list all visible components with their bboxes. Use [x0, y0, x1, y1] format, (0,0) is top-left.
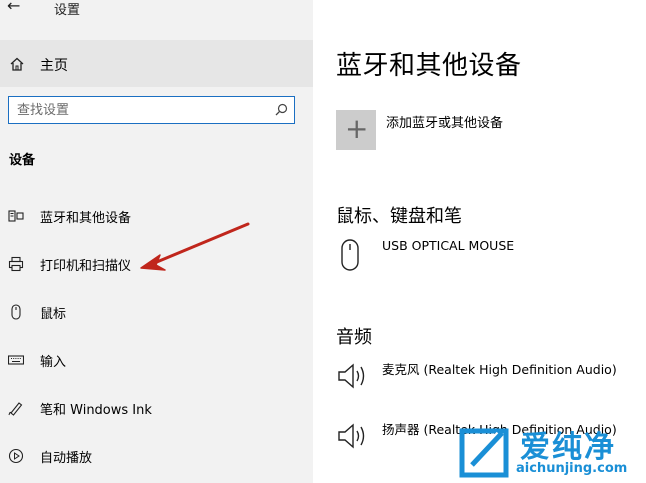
back-button[interactable]: ← — [7, 0, 20, 15]
watermark: 爱纯净 aichunjing.com — [448, 420, 646, 483]
home-label: 主页 — [40, 58, 68, 74]
search-box[interactable] — [8, 96, 295, 124]
sidebar-item-label: 自动播放 — [40, 451, 93, 466]
bluetooth-devices-icon — [8, 210, 24, 222]
search-icon[interactable] — [275, 103, 288, 116]
sidebar-item-label: 鼠标 — [40, 307, 67, 322]
sidebar-item-label: 蓝牙和其他设备 — [40, 211, 132, 226]
app-title: 设置 — [54, 3, 81, 18]
sidebar-item-typing[interactable]: 输入 — [0, 340, 313, 380]
device-microphone[interactable]: 麦克风 (Realtek High Definition Audio) — [336, 359, 646, 399]
audio-section-heading: 音频 — [336, 327, 372, 348]
sidebar-item-label: 笔和 Windows Ink — [40, 403, 152, 418]
mouse-section-heading: 鼠标、键盘和笔 — [336, 206, 462, 227]
title-bar: ← 设置 — [0, 0, 313, 22]
search-input[interactable] — [15, 99, 269, 121]
plus-icon: + — [345, 112, 369, 145]
speaker-icon — [338, 423, 365, 449]
speaker-icon — [338, 363, 365, 389]
section-heading-devices: 设备 — [9, 153, 36, 168]
sidebar-item-home[interactable]: 主页 — [0, 40, 313, 87]
home-icon — [10, 57, 24, 71]
device-name: 麦克风 (Realtek High Definition Audio) — [382, 362, 617, 377]
pen-icon — [8, 402, 23, 416]
mouse-icon — [11, 304, 21, 320]
device-name: USB OPTICAL MOUSE — [382, 238, 515, 253]
sidebar-item-autoplay[interactable]: 自动播放 — [0, 436, 313, 476]
add-device-button[interactable]: + 添加蓝牙或其他设备 — [336, 110, 636, 150]
add-tile: + — [336, 110, 376, 150]
mouse-icon — [341, 239, 359, 271]
main-content: 蓝牙和其他设备 + 添加蓝牙或其他设备 鼠标、键盘和笔 USB OPTICAL … — [313, 0, 646, 483]
keyboard-icon — [8, 355, 24, 365]
watermark-url: aichunjing.com — [516, 461, 628, 476]
page-title: 蓝牙和其他设备 — [336, 51, 522, 81]
sidebar-item-pen[interactable]: 笔和 Windows Ink — [0, 388, 313, 428]
annotation-arrow — [140, 222, 250, 271]
watermark-brand: 爱纯净 — [520, 430, 616, 465]
printer-icon — [8, 256, 24, 272]
device-mouse[interactable]: USB OPTICAL MOUSE — [336, 238, 646, 278]
add-device-label: 添加蓝牙或其他设备 — [386, 116, 504, 131]
sidebar-item-label: 打印机和扫描仪 — [40, 259, 132, 274]
sidebar-item-label: 输入 — [40, 355, 67, 370]
autoplay-icon — [8, 448, 24, 464]
sidebar-item-mouse[interactable]: 鼠标 — [0, 292, 313, 332]
watermark-logo-icon — [459, 428, 509, 478]
